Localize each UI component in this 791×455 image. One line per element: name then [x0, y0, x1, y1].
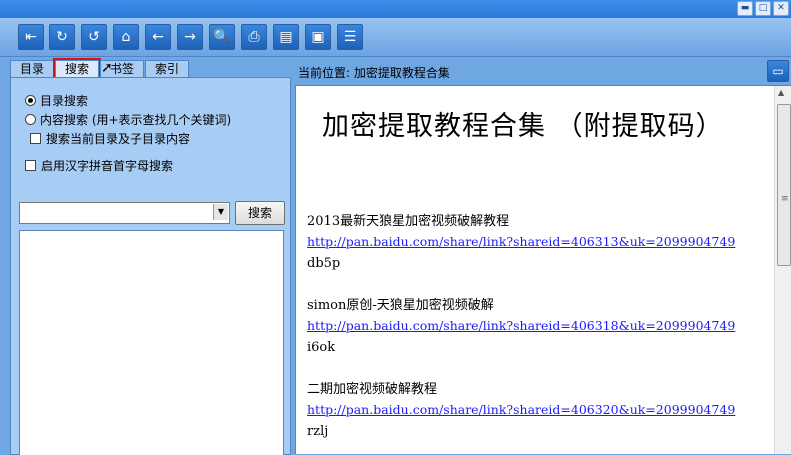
hide-pane-icon[interactable]: ⇤ — [18, 24, 44, 50]
back-icon[interactable]: ← — [145, 24, 171, 50]
tab-search[interactable]: 搜索 — [53, 58, 102, 79]
refresh-icon[interactable]: ↻ — [49, 24, 75, 50]
vertical-scrollbar[interactable]: ▲ ≡ — [774, 86, 791, 454]
dir-search-label: 目录搜索 — [40, 94, 89, 108]
dir-search-option[interactable]: 目录搜索 — [25, 92, 88, 109]
breadcrumb: 当前位置: 加密提取教程合集 — [298, 66, 450, 80]
content-search-option[interactable]: 内容搜索 (用+表示查找几个关键词) — [25, 111, 231, 128]
pinyin-search-checkbox[interactable] — [25, 160, 36, 171]
search-current-option[interactable]: 搜索当前目录及子目录内容 — [30, 130, 190, 147]
left-pane: 目录 搜索 书签 索引 目录搜索 内容搜索 (用+表示查找几个关键词) 搜索当前… — [10, 58, 291, 455]
chevron-down-icon[interactable]: ▼ — [213, 204, 228, 220]
forward-icon[interactable]: → — [177, 24, 203, 50]
entry-title: 2013最新天狼星加密视频破解教程 — [307, 214, 510, 229]
mouse-cursor-icon: ➚ — [101, 60, 113, 76]
maximize-icon[interactable]: □ — [755, 1, 771, 16]
minimize-icon[interactable]: ▬ — [737, 1, 753, 16]
entry-code: rzlj — [307, 424, 329, 439]
dir-search-radio[interactable] — [25, 95, 36, 106]
close-icon[interactable]: ✕ — [773, 1, 789, 16]
entry-link[interactable]: http://pan.baidu.com/share/link?shareid=… — [307, 234, 735, 249]
pinyin-search-option[interactable]: 启用汉字拼音首字母搜索 — [25, 157, 173, 174]
toolbar: ⇤ ↻ ↺ ⌂ ← → 🔍 ⎙ ▤ ▣ ☰ — [0, 18, 791, 57]
search-panel: 目录搜索 内容搜索 (用+表示查找几个关键词) 搜索当前目录及子目录内容 启用汉… — [10, 77, 291, 455]
home-icon[interactable]: ⌂ — [113, 24, 139, 50]
stop-icon[interactable]: ↺ — [81, 24, 107, 50]
entry-link[interactable]: http://pan.baidu.com/share/link?shareid=… — [307, 402, 735, 417]
search-results-list[interactable] — [19, 230, 284, 455]
entry-title: simon原创-天狼星加密视频破解 — [307, 298, 494, 313]
scrollbar-thumb[interactable]: ≡ — [777, 104, 791, 266]
search-input[interactable]: ▼ — [19, 202, 230, 224]
help-icon[interactable]: ☰ — [337, 24, 363, 50]
content-search-radio[interactable] — [25, 114, 36, 125]
content-search-label: 内容搜索 (用+表示查找几个关键词) — [40, 113, 232, 127]
scroll-up-icon[interactable]: ▲ — [778, 88, 784, 97]
options-icon[interactable]: ▣ — [305, 24, 331, 50]
pinyin-search-label: 启用汉字拼音首字母搜索 — [41, 159, 174, 173]
document-view: 加密提取教程合集 （附提取码） 2013最新天狼星加密视频破解教程 http:/… — [296, 86, 770, 454]
grip-icon: ≡ — [781, 194, 789, 204]
entry-code: db5p — [307, 256, 341, 271]
fullscreen-icon[interactable]: ▭ — [767, 60, 789, 82]
print-icon[interactable]: ⎙ — [241, 24, 267, 50]
tab-contents[interactable]: 目录 — [10, 60, 55, 77]
entry-code: i6ok — [307, 340, 336, 355]
notes-icon[interactable]: ▤ — [273, 24, 299, 50]
page-title: 加密提取教程合集 （附提取码） — [322, 111, 724, 142]
entry-link[interactable]: http://pan.baidu.com/share/link?shareid=… — [307, 318, 735, 333]
entry-title: 二期加密视频破解教程 — [307, 382, 438, 397]
locate-icon[interactable]: 🔍 — [209, 24, 235, 50]
title-bar: ▬ □ ✕ — [0, 0, 791, 18]
search-button[interactable]: 搜索 — [235, 201, 285, 225]
search-current-checkbox[interactable] — [30, 133, 41, 144]
content-pane: 加密提取教程合集 （附提取码） 2013最新天狼星加密视频破解教程 http:/… — [295, 85, 791, 454]
tab-index[interactable]: 索引 — [145, 60, 190, 77]
search-current-label: 搜索当前目录及子目录内容 — [46, 132, 191, 146]
